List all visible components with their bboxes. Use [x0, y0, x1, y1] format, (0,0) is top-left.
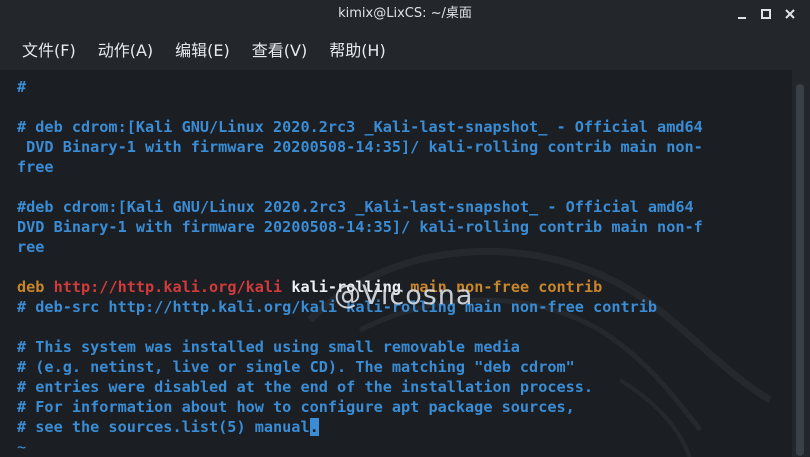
window-title: kimix@LixCS: ~/桌面 — [338, 6, 472, 21]
menu-action[interactable]: 动作(A) — [87, 37, 164, 61]
menu-help[interactable]: 帮助(H) — [318, 37, 397, 61]
close-button[interactable] — [778, 2, 802, 26]
terminal-line: # For information about how to configure… — [17, 398, 575, 416]
menu-bar: 文件(F) 动作(A) 编辑(E) 查看(V) 帮助(H) — [0, 28, 810, 70]
close-icon — [785, 9, 795, 19]
menu-file[interactable]: 文件(F) — [11, 37, 87, 61]
deb-url: http://http.kali.org/kali — [53, 278, 283, 296]
text-cursor: . — [309, 418, 319, 436]
terminal-line: # deb cdrom:[Kali GNU/Linux 2020.2rc3 _K… — [17, 118, 703, 136]
terminal-view[interactable]: # # deb cdrom:[Kali GNU/Linux 2020.2rc3 … — [0, 70, 792, 457]
terminal-line: ree — [17, 238, 45, 256]
terminal-last-line: # see the sources.list(5) manual. — [17, 417, 319, 437]
empty-line-marker: ~ — [17, 438, 27, 456]
minimize-button[interactable] — [730, 2, 754, 26]
terminal-line: # — [17, 78, 27, 96]
maximize-icon — [761, 9, 771, 19]
terminal-line: # This system was installed using small … — [17, 338, 520, 356]
window-titlebar[interactable]: kimix@LixCS: ~/桌面 — [0, 0, 810, 28]
terminal-line: # (e.g. netinst, live or single CD). The… — [17, 358, 575, 376]
minimize-icon — [738, 17, 746, 19]
scrollbar-thumb[interactable] — [796, 84, 804, 456]
deb-keyword: deb — [17, 278, 45, 296]
menu-view[interactable]: 查看(V) — [241, 37, 318, 61]
terminal-line: # entries were disabled at the end of th… — [17, 378, 594, 396]
terminal-line: DVD Binary-1 with firmware 20200508-14:3… — [17, 138, 703, 156]
vertical-scrollbar[interactable] — [792, 70, 810, 457]
terminal-line: DVD Binary-1 with firmware 20200508-14:3… — [17, 218, 703, 236]
terminal-line: free — [17, 158, 54, 176]
deb-source-line: deb http://http.kali.org/kali kali-rolli… — [17, 277, 602, 297]
window-controls — [730, 0, 802, 28]
terminal-line-text: # see the sources.list(5) manual — [17, 418, 310, 436]
terminal-line: #deb cdrom:[Kali GNU/Linux 2020.2rc3 _Ka… — [17, 198, 694, 216]
menu-edit[interactable]: 编辑(E) — [164, 37, 241, 61]
maximize-button[interactable] — [754, 2, 778, 26]
watermark: @Vicosna — [334, 280, 474, 311]
